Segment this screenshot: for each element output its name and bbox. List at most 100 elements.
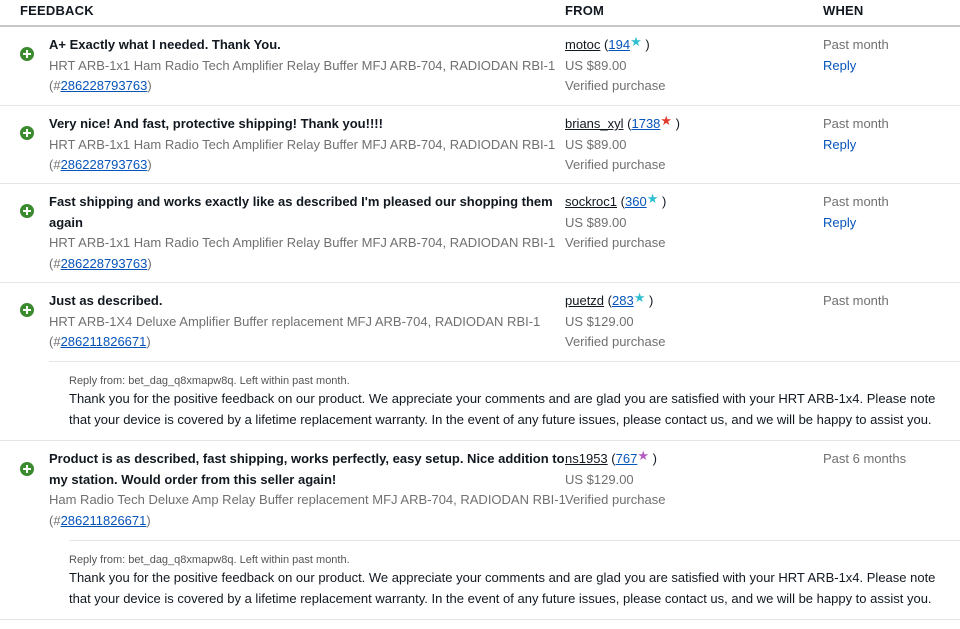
teal-star-icon: ★ [646, 191, 659, 206]
feedback-cell: Fast shipping and works exactly like as … [49, 192, 565, 282]
positive-rating-icon [20, 303, 34, 317]
item-number-link[interactable]: 286228793763 [61, 256, 148, 271]
item-number-line: (#286228793763) [49, 155, 547, 176]
column-header-from[interactable]: FROM [565, 3, 823, 18]
feedback-time: Past month [823, 194, 889, 209]
feedback-cell: Very nice! And fast, protective shipping… [49, 114, 565, 183]
seller-reply-meta: Reply from: bet_dag_q8xmapw8q. Left with… [69, 554, 350, 566]
item-number-suffix: ) [147, 78, 152, 93]
username-link[interactable]: ns1953 [565, 451, 608, 466]
username-link[interactable]: puetzd [565, 293, 604, 308]
item-number-link[interactable]: 286228793763 [61, 78, 148, 93]
positive-rating-icon [20, 47, 34, 61]
teal-star-icon: ★ [630, 34, 642, 49]
item-title: HRT ARB-1X4 Deluxe Amplifier Buffer repl… [49, 313, 541, 329]
feedback-comment-continued: again [49, 214, 83, 230]
username-link[interactable]: sockroc1 [565, 194, 617, 209]
item-number-suffix: ) [147, 255, 152, 271]
verified-purchase-label: Verified purchase [565, 492, 666, 507]
item-number-suffix: ) [146, 334, 151, 349]
item-number-suffix: ) [147, 157, 152, 172]
item-title: HRT ARB-1x1 Ham Radio Tech Amplifier Rel… [49, 57, 556, 73]
seller-reply-text: Thank you for the positive feedback on o… [69, 391, 936, 427]
feedback-time: Past month [823, 116, 889, 131]
when-cell: Past 6 months [823, 449, 960, 540]
item-number-line: (#286211826671) [49, 511, 547, 532]
username-link[interactable]: motoc [565, 37, 600, 52]
item-price: US $89.00 [565, 214, 627, 230]
item-number-line: (#286228793763) [49, 76, 547, 97]
purple-star-icon: ★ [637, 448, 649, 463]
item-number-link[interactable]: 286211826671 [61, 334, 147, 349]
feedback-score-link[interactable]: 767 [616, 451, 638, 466]
teal-star-icon: ★ [633, 290, 646, 305]
table-row: A+ Exactly what I needed. Thank You. HRT… [0, 27, 960, 106]
feedback-cell: Just as described. HRT ARB-1X4 Deluxe Am… [49, 291, 565, 361]
reply-button[interactable]: Reply [823, 215, 856, 230]
positive-rating-icon [20, 204, 34, 218]
feedback-score-link[interactable]: 1738 [631, 116, 660, 131]
reply-button[interactable]: Reply [823, 137, 856, 152]
item-title: HRT ARB-1x1 Ham Radio Tech Amplifier Rel… [49, 235, 556, 250]
item-number-prefix: (# [49, 157, 61, 172]
verified-purchase-label: Verified purchase [565, 78, 666, 93]
feedback-comment: Product is as described, fast shipping, … [49, 451, 565, 466]
item-number-link[interactable]: 286211826671 [61, 513, 147, 528]
feedback-cell: Product is as described, fast shipping, … [49, 449, 566, 540]
item-price: US $89.00 [565, 57, 627, 73]
from-cell: sockroc1 (360★ ) US $89.00 Verified purc… [565, 192, 823, 282]
column-header-feedback[interactable]: FEEDBACK [0, 3, 565, 18]
item-number-prefix: (# [49, 512, 61, 528]
positive-rating-icon [20, 126, 34, 140]
when-cell: Past month Reply [823, 114, 960, 183]
item-number-link[interactable]: 286228793763 [61, 157, 148, 172]
feedback-comment: Just as described. [49, 293, 163, 308]
from-cell: puetzd (283★ ) US $129.00 Verified purch… [565, 291, 823, 361]
username-link[interactable]: brians_xyl [565, 116, 624, 131]
table-row: Fast shipping and works exactly like as … [0, 184, 960, 283]
item-number-suffix: ) [146, 512, 151, 528]
red-star-icon: ★ [660, 113, 673, 128]
verified-purchase-label: Verified purchase [565, 235, 666, 250]
verified-purchase-label: Verified purchase [565, 334, 666, 349]
column-header-when[interactable]: WHEN [823, 3, 960, 18]
feedback-time: Past 6 months [823, 451, 907, 466]
feedback-comment: Very nice! And fast, protective shipping… [49, 116, 383, 131]
from-cell: brians_xyl (1738★ ) US $89.00 Verified p… [565, 114, 823, 183]
feedback-time: Past month [823, 37, 889, 52]
feedback-comment: A+ Exactly what I needed. Thank You. [49, 37, 281, 52]
verified-purchase-label: Verified purchase [565, 157, 666, 172]
item-number-prefix: (# [49, 255, 61, 271]
table-row: Just as described. HRT ARB-1X4 Deluxe Am… [0, 283, 960, 361]
table-row: Very nice! And fast, protective shipping… [0, 106, 960, 184]
item-price: US $89.00 [565, 136, 627, 152]
feedback-table: FEEDBACK FROM WHEN A+ Exactly what I nee… [0, 0, 960, 620]
seller-reply: Reply from: bet_dag_q8xmapw8q. Left with… [0, 541, 960, 620]
item-price: US $129.00 [565, 471, 634, 487]
feedback-score-link[interactable]: 360 [625, 194, 647, 209]
feedback-score-link[interactable]: 194 [608, 37, 630, 52]
when-cell: Past month [823, 291, 960, 361]
from-cell: motoc (194★ ) US $89.00 Verified purchas… [565, 35, 823, 105]
item-title: HRT ARB-1x1 Ham Radio Tech Amplifier Rel… [49, 136, 556, 152]
when-cell: Past month Reply [823, 192, 960, 282]
feedback-score-link[interactable]: 283 [612, 293, 634, 308]
feedback-comment-continued: my station. Would order from this seller… [49, 471, 337, 487]
from-cell: ns1953 (767★ ) US $129.00 Verified purch… [565, 449, 823, 540]
table-header: FEEDBACK FROM WHEN [0, 0, 960, 27]
item-number-prefix: (# [49, 78, 61, 93]
table-row: Product is as described, fast shipping, … [0, 441, 960, 540]
item-title: Ham Radio Tech Deluxe Amp Relay Buffer r… [49, 492, 566, 507]
reply-button[interactable]: Reply [823, 58, 856, 73]
feedback-comment: Fast shipping and works exactly like as … [49, 194, 553, 209]
feedback-cell: A+ Exactly what I needed. Thank You. HRT… [49, 35, 565, 105]
positive-rating-icon [20, 462, 34, 476]
item-number-prefix: (# [49, 334, 61, 349]
when-cell: Past month Reply [823, 35, 960, 105]
item-number-line: (#286211826671) [49, 332, 547, 353]
feedback-time: Past month [823, 293, 889, 308]
seller-reply-text: Thank you for the positive feedback on o… [69, 570, 936, 606]
seller-reply-meta: Reply from: bet_dag_q8xmapw8q. Left with… [69, 375, 350, 387]
item-number-line: (#286228793763) [49, 254, 547, 275]
item-price: US $129.00 [565, 313, 634, 329]
